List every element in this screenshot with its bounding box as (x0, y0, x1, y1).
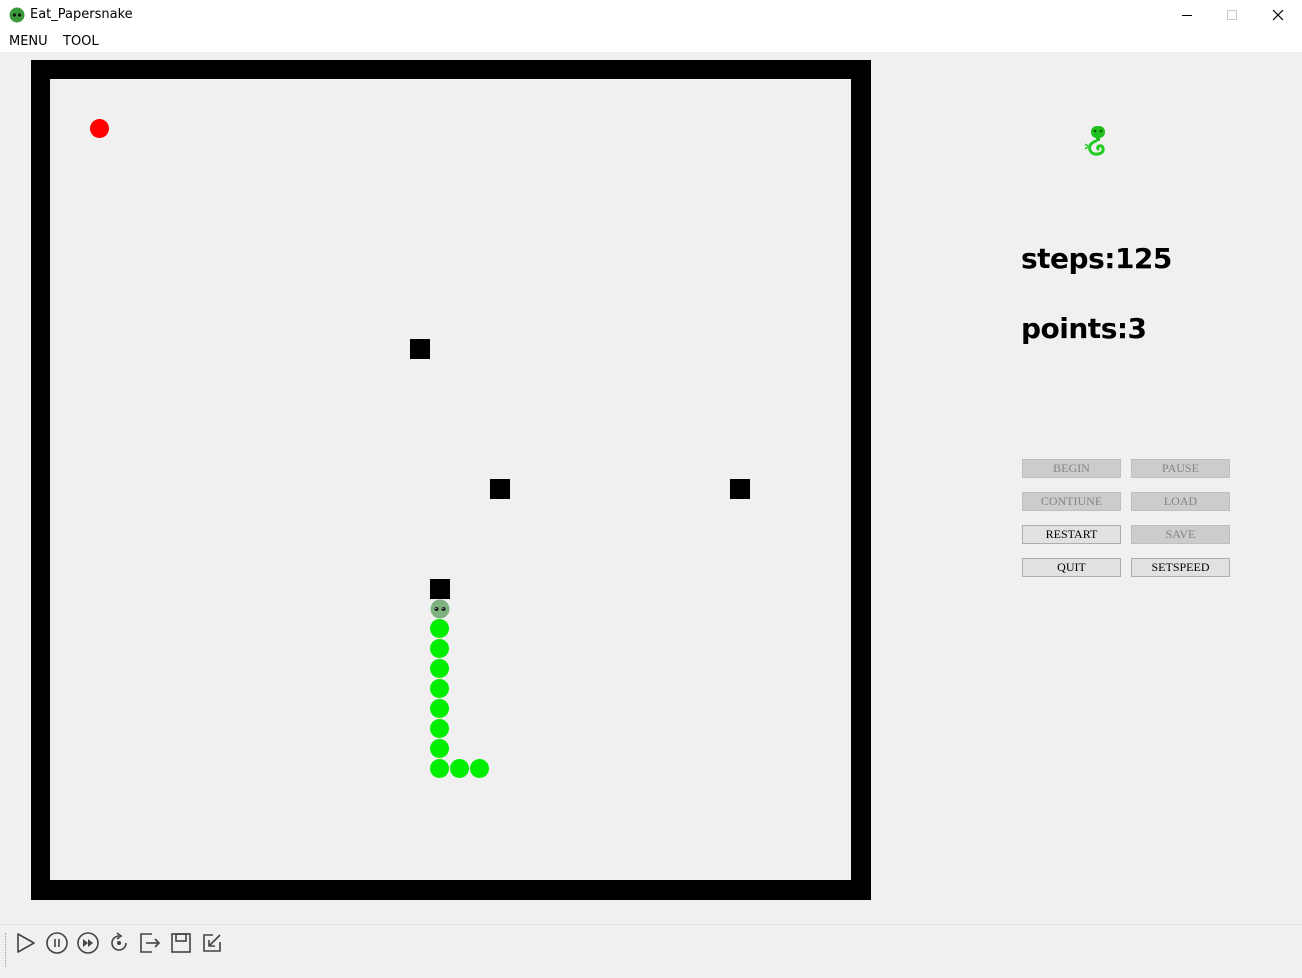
restart-button[interactable]: RESTART (1022, 525, 1121, 544)
bottom-toolbar (0, 924, 1302, 978)
quit-button[interactable]: QUIT (1022, 558, 1121, 577)
menu-item-tool[interactable]: TOOL (63, 34, 99, 49)
snake-body-segment (430, 739, 449, 758)
points-counter: points:3 (1021, 312, 1147, 345)
snake-logo-icon (1084, 126, 1105, 156)
steps-counter: steps:125 (1021, 242, 1172, 275)
snake-body-segment (430, 639, 449, 658)
restart-icon[interactable] (107, 931, 131, 955)
minimize-icon (1182, 15, 1192, 16)
contiune-button[interactable]: CONTIUNE (1022, 492, 1121, 511)
menu-item-menu[interactable]: MENU (9, 34, 48, 49)
quit-button-label: QUIT (1057, 560, 1086, 574)
obstacle-block (430, 579, 450, 599)
snake-body-segment (430, 719, 449, 738)
save-button-label: SAVE (1165, 527, 1196, 541)
fast-forward-icon[interactable] (76, 931, 100, 955)
maximize-icon (1227, 10, 1237, 20)
begin-button[interactable]: BEGIN (1022, 459, 1121, 478)
save-button[interactable]: SAVE (1131, 525, 1230, 544)
game-board-wall (31, 60, 871, 900)
menu-bar: MENU TOOL (0, 30, 1302, 52)
obstacle-block (730, 479, 750, 499)
snake-body-segment (430, 699, 449, 718)
begin-button-label: BEGIN (1053, 461, 1090, 475)
food-pellet (90, 119, 109, 138)
save-icon[interactable] (169, 931, 193, 955)
load-button[interactable]: LOAD (1131, 492, 1230, 511)
obstacle-block (490, 479, 510, 499)
load-icon[interactable] (200, 931, 224, 955)
pause-icon[interactable] (45, 931, 69, 955)
play-icon[interactable] (14, 931, 38, 955)
toolbar-grip[interactable] (5, 933, 9, 967)
snake-app-icon (9, 7, 25, 23)
snake-head (430, 599, 450, 619)
snake-body-segment (430, 679, 449, 698)
contiune-button-label: CONTIUNE (1040, 494, 1103, 508)
pause-button-label: PAUSE (1162, 461, 1199, 475)
snake-body-segment (430, 619, 449, 638)
close-icon (1272, 9, 1284, 21)
setspeed-button[interactable]: SETSPEED (1131, 558, 1230, 577)
maximize-button[interactable] (1209, 0, 1255, 30)
minimize-button[interactable] (1164, 0, 1210, 30)
game-board[interactable] (50, 79, 851, 880)
snake-body-segment (430, 659, 449, 678)
pause-button[interactable]: PAUSE (1131, 459, 1230, 478)
setspeed-button-label: SETSPEED (1151, 560, 1210, 574)
restart-button-label: RESTART (1045, 527, 1098, 541)
exit-icon[interactable] (138, 931, 162, 955)
snake-body-segment (430, 759, 449, 778)
title-bar: Eat_Papersnake (0, 0, 1302, 30)
obstacle-block (410, 339, 430, 359)
close-button[interactable] (1255, 0, 1301, 30)
load-button-label: LOAD (1163, 494, 1198, 508)
snake-body-segment (450, 759, 469, 778)
window-title: Eat_Papersnake (30, 7, 133, 22)
snake-body-segment (470, 759, 489, 778)
